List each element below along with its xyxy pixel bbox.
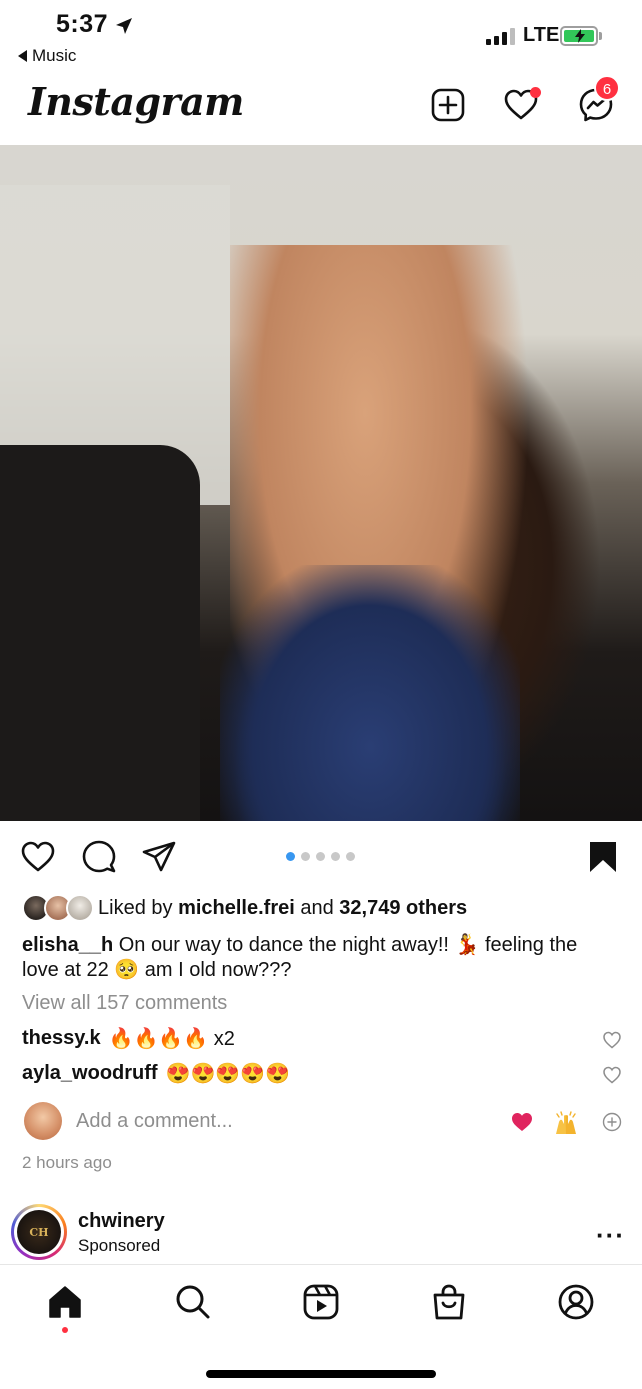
comment-username[interactable]: thessy.k — [22, 1027, 101, 1050]
current-user-avatar — [24, 1102, 62, 1140]
more-options-icon[interactable]: ··· — [596, 1220, 625, 1251]
home-active-dot — [62, 1327, 68, 1333]
comment-text: 😍😍😍😍😍 — [165, 1063, 291, 1085]
carousel-dot — [346, 852, 355, 861]
carousel-indicator — [286, 852, 355, 861]
photo-subject-dress — [220, 565, 520, 821]
cellular-signal-icon — [486, 28, 515, 45]
back-app-label: Music — [32, 46, 77, 65]
charging-bolt-icon — [575, 29, 585, 43]
post-caption: elisha__h On our way to dance the night … — [22, 933, 612, 983]
likes-summary[interactable]: Liked by michelle.frei and 32,749 others — [22, 893, 467, 923]
shop-icon[interactable] — [430, 1283, 468, 1321]
reels-icon[interactable] — [302, 1283, 340, 1321]
back-to-app-button[interactable]: Music — [18, 46, 76, 66]
add-comment-input[interactable]: Add a comment... — [76, 1110, 233, 1133]
more-reactions-icon[interactable] — [602, 1112, 622, 1132]
add-comment-row: Add a comment... — [0, 1100, 642, 1144]
network-type: LTE — [523, 24, 560, 46]
battery-nub — [599, 32, 602, 40]
photo-background-seat — [0, 445, 200, 821]
comment-icon[interactable] — [81, 839, 117, 875]
messages-badge: 6 — [594, 75, 620, 101]
quick-reaction-raised-hands-icon[interactable] — [553, 1110, 579, 1136]
profile-icon[interactable] — [557, 1283, 595, 1321]
chwinery-logo: CH — [17, 1210, 61, 1254]
search-icon[interactable] — [174, 1283, 212, 1321]
comment-username[interactable]: ayla_woodruff — [22, 1062, 158, 1085]
next-post-username[interactable]: chwinery — [78, 1210, 165, 1233]
carousel-dot — [286, 852, 295, 861]
instagram-logo[interactable]: Instagram — [28, 79, 244, 124]
comment-row: ayla_woodruff 😍😍😍😍😍 — [22, 1061, 622, 1086]
avatar — [66, 894, 94, 922]
post-image[interactable] — [0, 145, 642, 821]
status-bar: 5:37 Music LTE — [0, 0, 642, 75]
liker-username[interactable]: michelle.frei — [178, 897, 295, 920]
caption-username[interactable]: elisha__h — [22, 934, 113, 956]
likes-others[interactable]: 32,749 others — [339, 897, 467, 920]
post-timestamp: 2 hours ago — [22, 1153, 112, 1172]
like-icon[interactable] — [20, 839, 56, 875]
likes-prefix: Liked by — [98, 896, 173, 919]
comment-like-icon[interactable] — [602, 1065, 622, 1085]
app-header: Instagram 6 — [0, 75, 642, 145]
comment-row: thessy.k 🔥🔥🔥🔥 x2 — [22, 1026, 622, 1051]
new-post-icon[interactable] — [430, 87, 466, 123]
post-actions — [0, 821, 642, 893]
likes-joiner: and — [300, 896, 334, 919]
comment-like-icon[interactable] — [602, 1030, 622, 1050]
view-all-comments-link[interactable]: View all 157 comments — [22, 992, 227, 1015]
home-indicator[interactable] — [206, 1370, 436, 1378]
battery-icon — [560, 26, 598, 46]
sponsored-label: Sponsored — [78, 1236, 161, 1255]
story-ring[interactable]: CH — [11, 1204, 67, 1260]
save-icon[interactable] — [585, 839, 621, 875]
liker-avatars — [22, 894, 94, 922]
carousel-dot — [316, 852, 325, 861]
carousel-dot — [301, 852, 310, 861]
activity-notification-dot — [530, 87, 541, 98]
next-post-header: CH chwinery Sponsored ··· — [0, 1198, 642, 1264]
location-arrow-icon — [116, 18, 132, 34]
comment-text: 🔥🔥🔥🔥 x2 — [108, 1028, 235, 1050]
home-icon[interactable] — [46, 1283, 84, 1321]
carousel-dot — [331, 852, 340, 861]
share-icon[interactable] — [141, 839, 177, 875]
clock: 5:37 — [56, 10, 109, 38]
quick-reaction-heart-icon[interactable] — [510, 1110, 534, 1134]
back-triangle-icon — [18, 50, 27, 62]
bottom-tab-bar — [0, 1264, 642, 1389]
